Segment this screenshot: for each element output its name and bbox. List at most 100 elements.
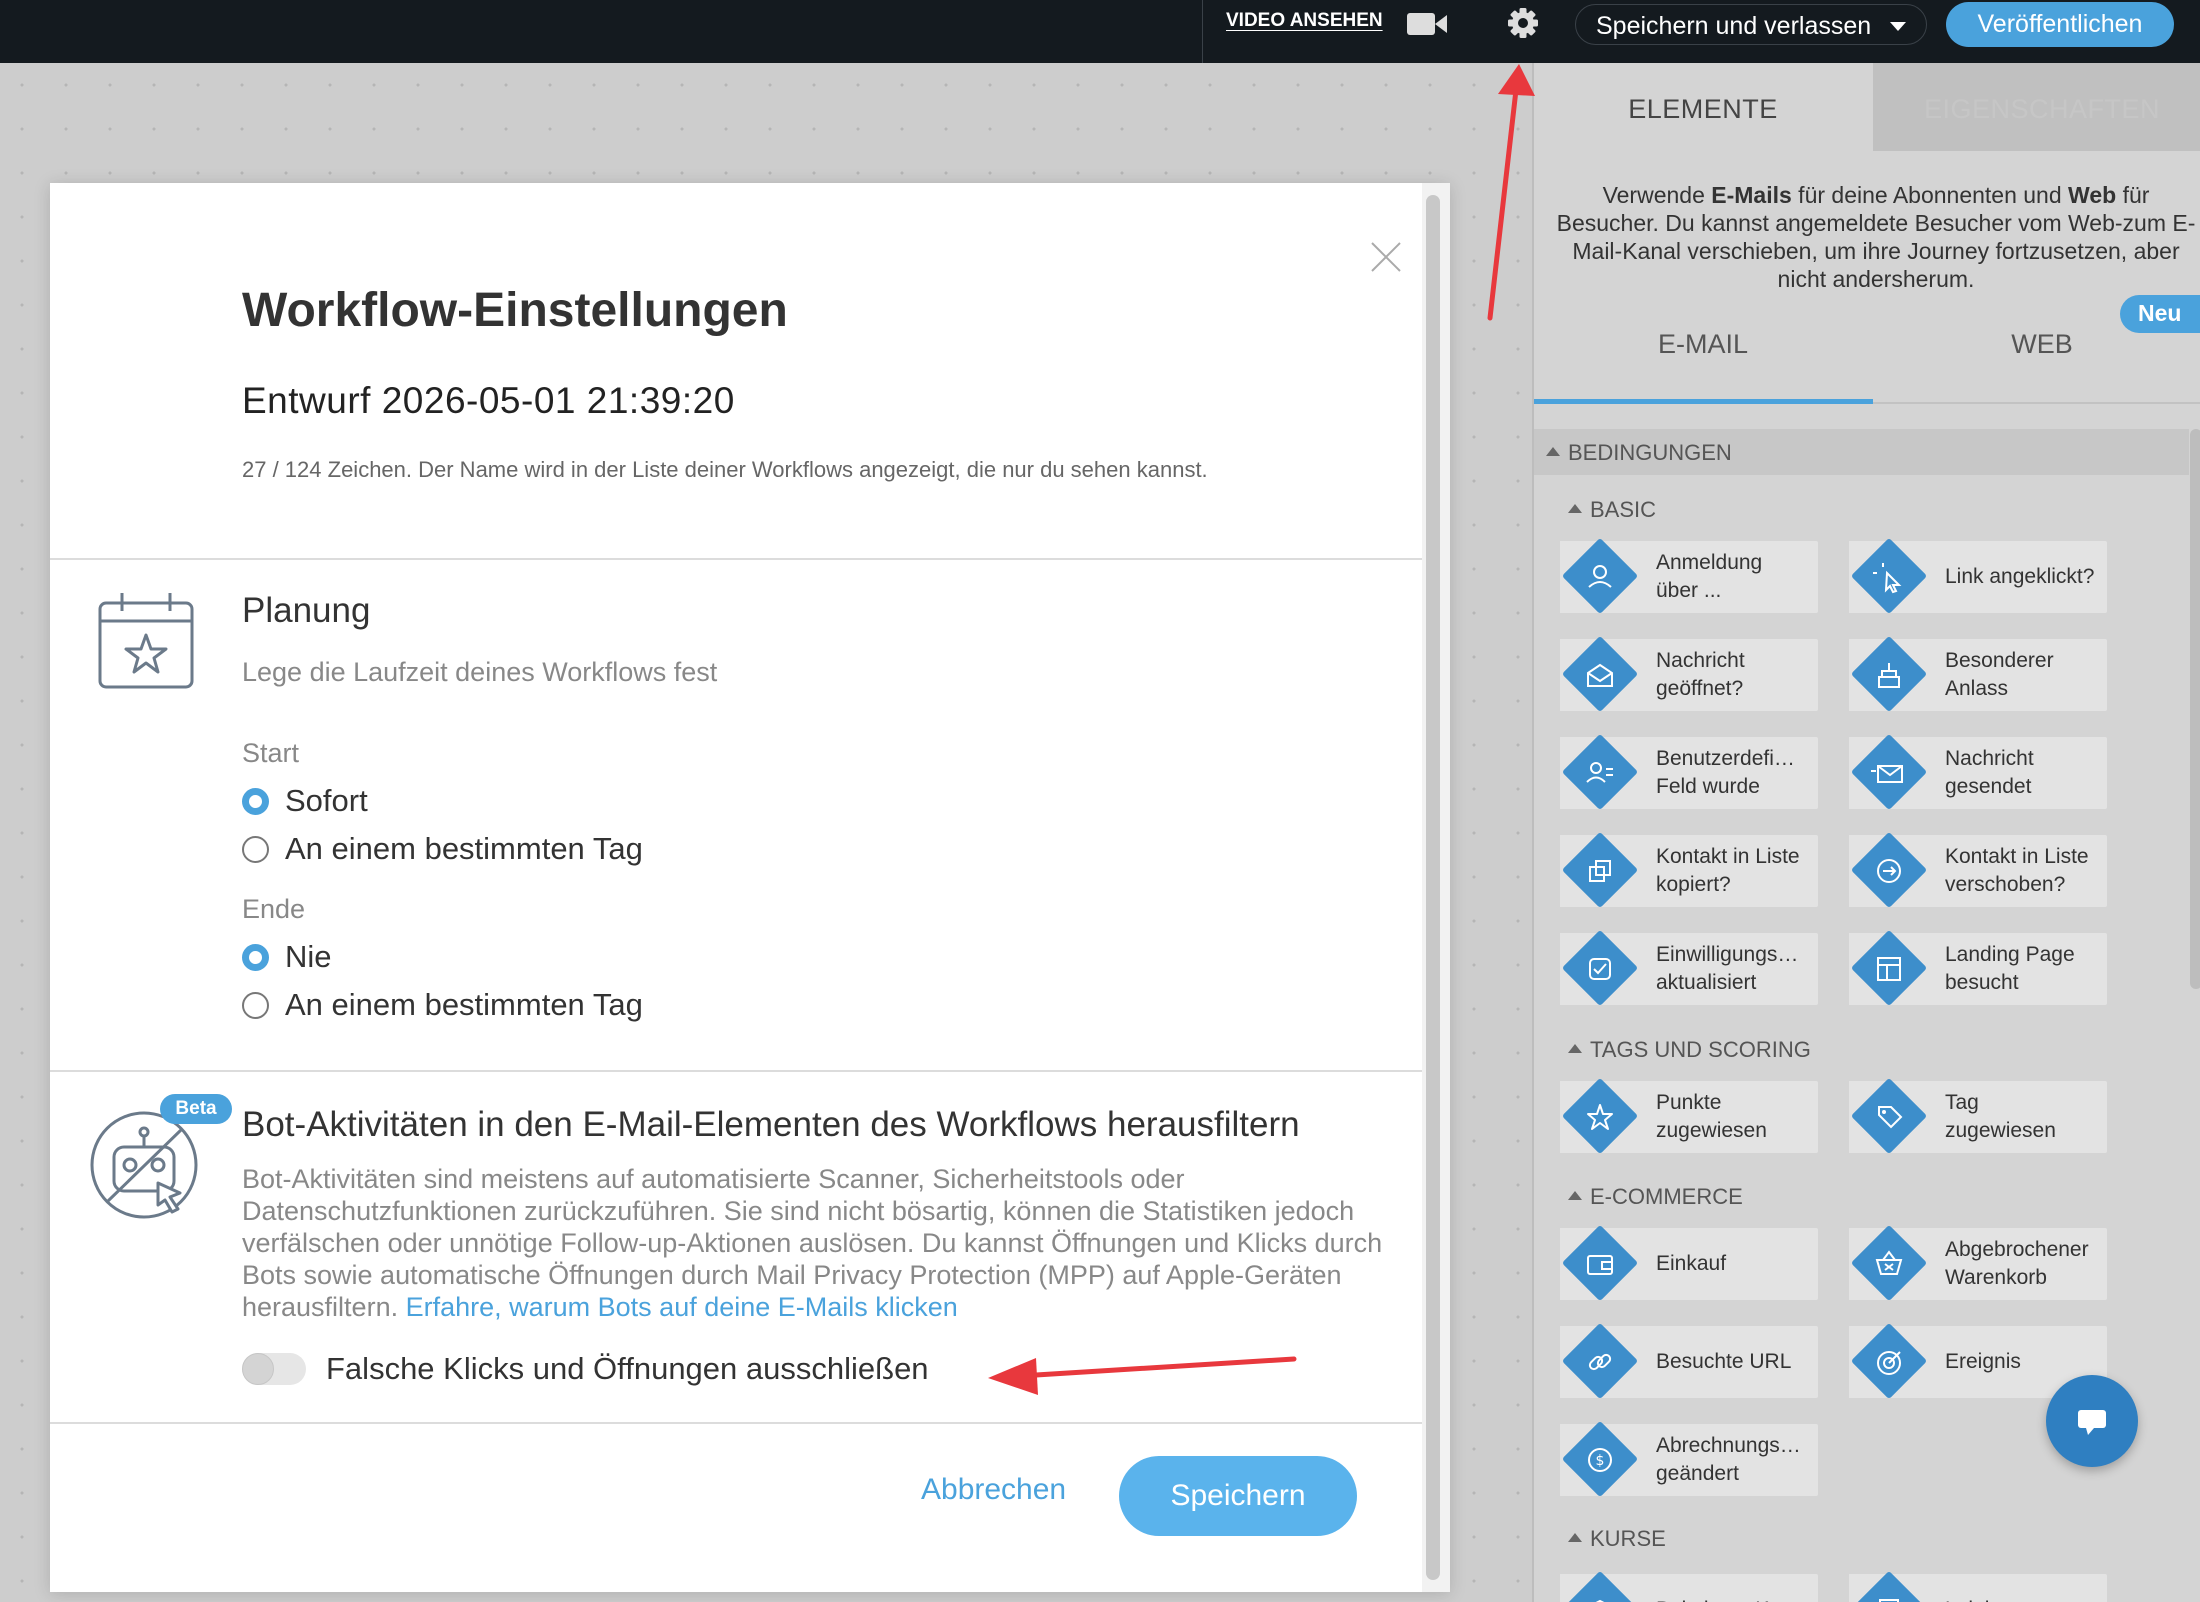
- open-mail-icon: [1587, 663, 1613, 687]
- exclude-false-clicks-toggle[interactable]: [242, 1353, 306, 1385]
- element-tile[interactable]: Kontakt in Liste kopiert?: [1560, 831, 1818, 909]
- cancel-button[interactable]: Abbrechen: [921, 1473, 1066, 1507]
- planning-subtitle: Lege die Laufzeit deines Workflows fest: [242, 657, 718, 687]
- tile-label: Einwilligungs… aktualisiert: [1656, 943, 1799, 994]
- tile-label: Kontakt in Liste kopiert?: [1656, 845, 1800, 896]
- toggle-label: Falsche Klicks und Öffnungen ausschließe…: [326, 1351, 929, 1386]
- gear-icon[interactable]: [1506, 6, 1540, 40]
- tile-label: Landing Page besucht: [1945, 943, 2075, 994]
- wallet-icon: [1587, 1255, 1613, 1275]
- toggle-knob: [242, 1353, 274, 1385]
- chat-bubble-icon: [2078, 1410, 2106, 1435]
- collapse-triangle-icon: [1568, 1044, 1582, 1053]
- element-tile[interactable]: Abgebrochener Warenkorb: [1849, 1224, 2107, 1302]
- element-tile[interactable]: Benutzerdefi… Feld wurde: [1560, 733, 1818, 811]
- workflow-name-field[interactable]: Entwurf 2026-05-01 21:39:20: [242, 380, 735, 422]
- element-tile[interactable]: Punkte zugewiesen: [1560, 1077, 1818, 1155]
- topbar-divider: [1202, 0, 1203, 63]
- element-tile[interactable]: Besuchte URL: [1560, 1322, 1818, 1400]
- planning-title: Planung: [242, 591, 371, 630]
- element-tile[interactable]: Nachricht geöffnet?: [1560, 635, 1818, 713]
- radio-start-sofort[interactable]: Sofort: [242, 783, 368, 818]
- element-tile[interactable]: Einkauf: [1560, 1224, 1818, 1302]
- elements-panel: ELEMENTE EIGENSCHAFTEN Verwende E-Mails …: [1532, 63, 2200, 1602]
- start-label: Start: [242, 738, 300, 768]
- element-tile[interactable]: Kontakt in Liste verschoben?: [1849, 831, 2107, 909]
- tile-label: Besuchte URL: [1656, 1350, 1792, 1373]
- landing-page-icon: [1877, 957, 1901, 981]
- subtab-divider: [1873, 402, 2200, 404]
- move-icon: [1877, 859, 1901, 883]
- element-tile[interactable]: Einwilligungs… aktualisiert: [1560, 929, 1818, 1007]
- element-tile[interactable]: Bei einem Kurs: [1560, 1570, 1818, 1602]
- subtab-web[interactable]: WEB: [1873, 329, 2200, 360]
- calendar-star-icon: [98, 593, 194, 689]
- section-label: BEDINGUNGEN: [1568, 440, 1732, 465]
- bot-filter-description: Bot-Aktivitäten sind meistens auf automa…: [242, 1164, 1383, 1322]
- save-button[interactable]: Speichern: [1119, 1456, 1357, 1536]
- radio-end-bestimmter-tag[interactable]: An einem bestimmten Tag: [242, 987, 643, 1022]
- element-tile[interactable]: Link angeklickt?: [1849, 537, 2107, 615]
- active-subtab-indicator: [1534, 399, 1873, 404]
- panel-info-text: Verwende E-Mails für deine Abonnenten un…: [1556, 182, 2196, 292]
- video-camera-icon[interactable]: [1407, 11, 1447, 37]
- group-ecommerce[interactable]: E-COMMERCE: [1568, 1184, 1743, 1210]
- group-kurse[interactable]: KURSE: [1568, 1526, 1666, 1552]
- publish-button[interactable]: Veröffentlichen: [1946, 2, 2174, 47]
- radio-unselected-icon: [242, 991, 269, 1019]
- group-tags-scoring[interactable]: TAGS UND SCORING: [1568, 1037, 1811, 1063]
- radio-start-bestimmter-tag[interactable]: An einem bestimmten Tag: [242, 831, 643, 866]
- element-tile[interactable]: Anmeldung über ...: [1560, 537, 1818, 615]
- link-icon: [1588, 1353, 1612, 1371]
- section-bedingungen[interactable]: BEDINGUNGEN: [1534, 429, 2189, 475]
- copy-icon: [1589, 860, 1611, 882]
- basket-icon: [1875, 1250, 1903, 1275]
- target-icon: [1877, 1351, 1901, 1375]
- close-icon[interactable]: [1368, 239, 1404, 275]
- star-icon: [1587, 1104, 1613, 1130]
- element-tile[interactable]: Tag zugewiesen: [1849, 1077, 2107, 1155]
- tag-icon: [1878, 1106, 1903, 1129]
- chevron-down-icon: [1890, 22, 1906, 31]
- cursor-click-icon: [1873, 563, 1902, 594]
- tile-label: Nachricht geöffnet?: [1656, 649, 1745, 700]
- tile-label: Anmeldung über ...: [1656, 551, 1763, 602]
- tab-elemente[interactable]: ELEMENTE: [1534, 63, 1872, 151]
- element-tile[interactable]: Landing Page besucht: [1849, 929, 2107, 1007]
- send-mail-icon: [1871, 765, 1903, 783]
- end-label: Ende: [242, 894, 306, 924]
- workflow-name-hint: 27 / 124 Zeichen. Der Name wird in der L…: [242, 457, 1208, 482]
- dialog-scrollbar[interactable]: [1422, 183, 1450, 1592]
- tile-label: Tag zugewiesen: [1945, 1091, 2056, 1142]
- subtab-email[interactable]: E-MAIL: [1534, 329, 1872, 360]
- learn-more-link[interactable]: Erfahre, warum Bots auf deine E-Mails kl…: [406, 1292, 958, 1322]
- tab-eigenschaften[interactable]: EIGENSCHAFTEN: [1873, 63, 2200, 151]
- video-link[interactable]: VIDEO ANSEHEN: [1226, 10, 1383, 32]
- element-tile[interactable]: Besonderer Anlass: [1849, 635, 2107, 713]
- tile-label: Lektion: [1945, 1574, 2107, 1602]
- chat-button[interactable]: [2046, 1375, 2138, 1467]
- element-tile[interactable]: $ Abrechnungs… geändert: [1560, 1420, 1818, 1498]
- tile-label: Abrechnungs… geändert: [1656, 1434, 1801, 1485]
- tile-label: Nachricht gesendet: [1945, 747, 2034, 798]
- svg-text:$: $: [1596, 1453, 1605, 1469]
- radio-end-nie[interactable]: Nie: [242, 939, 332, 974]
- tile-label: Einkauf: [1656, 1252, 1727, 1275]
- dialog-scrollbar-thumb[interactable]: [1426, 195, 1440, 1580]
- save-and-leave-dropdown[interactable]: Speichern und verlassen: [1575, 4, 1927, 45]
- workflow-settings-dialog: Workflow-Einstellungen Entwurf 2026-05-0…: [50, 183, 1450, 1592]
- top-bar: VIDEO ANSEHEN Speichern und verlassen Ve…: [0, 0, 2200, 63]
- element-tile[interactable]: Nachricht gesendet: [1849, 733, 2107, 811]
- tile-label: Punkte zugewiesen: [1656, 1091, 1767, 1142]
- tile-label: Bei einem Kurs: [1656, 1574, 1818, 1602]
- user-icon: [1588, 565, 1612, 588]
- tile-label: Besonderer Anlass: [1945, 649, 2054, 700]
- radio-unselected-icon: [242, 835, 269, 863]
- course-icon: [1595, 1599, 1605, 1602]
- consent-check-icon: [1589, 958, 1611, 980]
- group-basic[interactable]: BASIC: [1568, 497, 1656, 523]
- divider: [50, 1422, 1422, 1424]
- element-tile[interactable]: Lektion: [1849, 1570, 2107, 1602]
- panel-scrollbar[interactable]: [2190, 429, 2200, 989]
- radio-selected-icon: [242, 943, 269, 971]
